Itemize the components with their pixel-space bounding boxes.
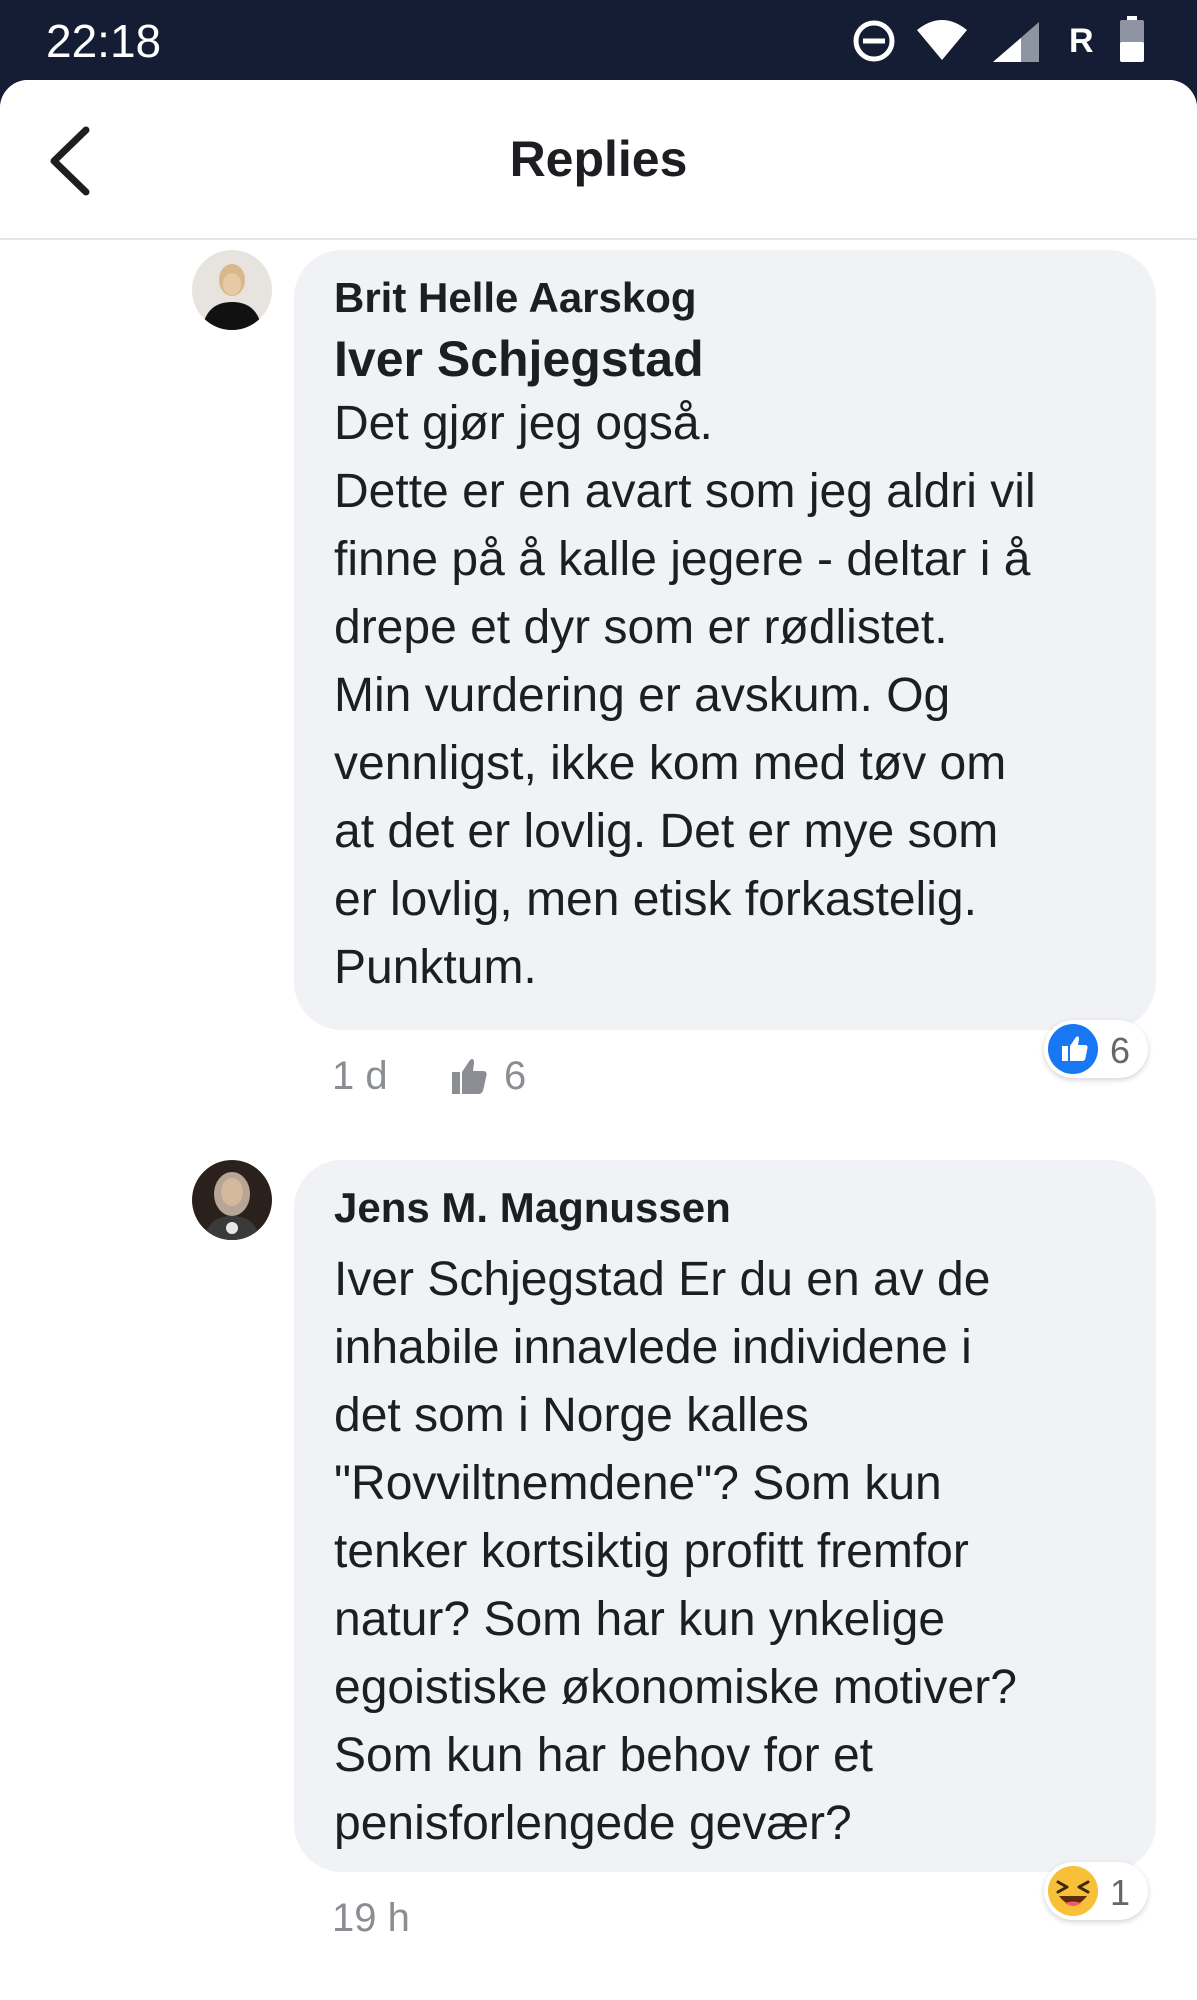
status-time: 22:18	[46, 15, 162, 67]
battery-icon	[1120, 16, 1144, 62]
comment-text-line: Dette er en avart som jeg aldri vil	[334, 465, 1036, 518]
comment-text: Det gjør jeg også. Dette er en avart som…	[334, 390, 1134, 1002]
comment-text-line: Punktum.	[334, 941, 537, 994]
comment-text-line: finne på å kalle jegere - deltar i å	[334, 533, 1031, 586]
comment-text-line: Iver Schjegstad Er du en av de	[334, 1253, 991, 1306]
reaction-summary[interactable]: 1	[1044, 1862, 1148, 1920]
comment-text-line: at det er lovlig. Det er mye som	[334, 805, 999, 858]
comment-timestamp: 19 h	[332, 1896, 410, 1940]
comment-text-line: "Rovviltnemdene"? Som kun	[334, 1457, 942, 1510]
comment-text-line: Det gjør jeg også.	[334, 397, 713, 450]
status-bar: 22:18 R	[0, 0, 1197, 80]
haha-reaction-icon	[1048, 1866, 1098, 1916]
comment-text-line: penisforlengede gevær?	[334, 1797, 852, 1850]
comment-timestamp: 1 d	[332, 1054, 388, 1098]
avatar[interactable]	[192, 1160, 272, 1240]
header: Replies	[0, 80, 1197, 240]
user-avatar-icon	[192, 1160, 272, 1240]
comment-text-line: inhabile innavlede individene i	[334, 1321, 972, 1374]
comment-text: Iver Schjegstad Er du en av de inhabile …	[334, 1246, 1134, 1858]
comment-text-line: drepe et dyr som er rødlistet.	[334, 601, 948, 654]
reaction-count: 6	[1110, 1030, 1131, 1071]
comment-text-line: natur? Som har kun ynkelige	[334, 1593, 946, 1646]
do-not-disturb-icon	[853, 20, 895, 62]
wifi-icon	[917, 20, 967, 60]
reaction-count: 1	[1110, 1872, 1131, 1913]
reaction-summary[interactable]: 6	[1044, 1020, 1148, 1078]
comment-text-line: Min vurdering er avskum. Og	[334, 669, 951, 722]
comment-bubble[interactable]: Jens M. Magnussen Iver Schjegstad Er du …	[294, 1160, 1156, 1872]
comment-text-line: vennligst, ikke kom med tøv om	[334, 737, 1007, 790]
comment-text-line: det som i Norge kalles	[334, 1389, 809, 1442]
comment-text-line: Som kun har behov for et	[334, 1729, 873, 1782]
comment-bubble[interactable]: Brit Helle Aarskog Iver Schjegstad Det g…	[294, 250, 1156, 1030]
page-title: Replies	[509, 131, 688, 187]
signal-icon	[993, 22, 1039, 62]
comment-author[interactable]: Jens M. Magnussen	[334, 1184, 731, 1232]
like-count: 6	[504, 1054, 527, 1098]
comment-author[interactable]: Brit Helle Aarskog	[334, 274, 697, 322]
thumbs-up-icon[interactable]	[450, 1056, 490, 1096]
like-reaction-icon	[1048, 1024, 1098, 1074]
replies-screen: Replies Brit Helle Aarskog Iver Schjegst…	[0, 80, 1197, 2000]
comment-text-line: er lovlig, men etisk forkastelig.	[334, 873, 977, 926]
carrier-letter: R	[1069, 22, 1094, 60]
avatar[interactable]	[192, 250, 272, 330]
comment-text-line: egoistiske økonomiske motiver?	[334, 1661, 1017, 1714]
comment-text-line: tenker kortsiktig profitt fremfor	[334, 1525, 969, 1578]
user-avatar-icon	[192, 250, 272, 330]
mention-link[interactable]: Iver Schjegstad	[334, 330, 704, 388]
